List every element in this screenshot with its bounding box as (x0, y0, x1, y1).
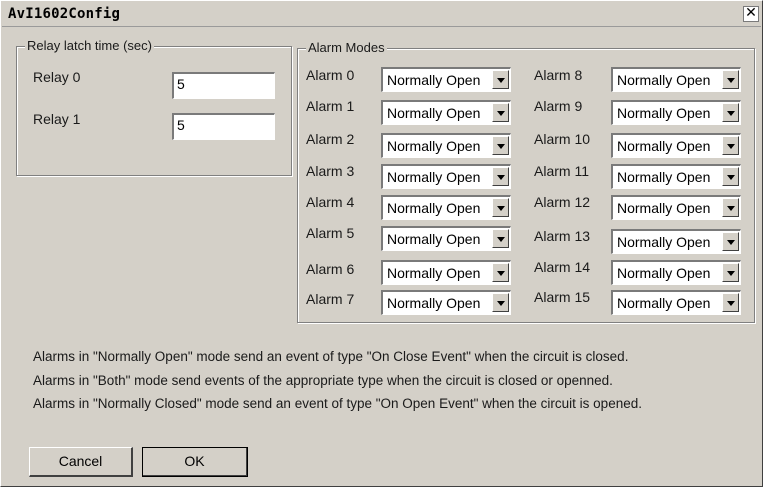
relay-latch-legend: Relay latch time (sec) (25, 38, 154, 53)
window-title: AvI1602Config (8, 6, 121, 22)
alarm-2-select[interactable]: Normally Open (381, 133, 511, 158)
dropdown-arrow-icon[interactable] (722, 136, 739, 155)
alarm-7-value: Normally Open (387, 295, 481, 311)
alarm-15-value: Normally Open (617, 295, 711, 311)
dropdown-arrow-icon[interactable] (492, 263, 509, 282)
alarm-4-select[interactable]: Normally Open (381, 195, 511, 220)
alarm-12-select[interactable]: Normally Open (611, 195, 741, 220)
alarm-11-select[interactable]: Normally Open (611, 164, 741, 189)
info-line-normally-open: Alarms in "Normally Open" mode send an e… (33, 349, 629, 364)
alarm-0-label: Alarm 0 (306, 67, 355, 83)
alarm-10-select[interactable]: Normally Open (611, 133, 741, 158)
alarm-12-value: Normally Open (617, 200, 711, 216)
alarm-4-value: Normally Open (387, 200, 481, 216)
alarm-3-label: Alarm 3 (306, 163, 355, 179)
alarm-1-value: Normally Open (387, 105, 481, 121)
alarm-0-value: Normally Open (387, 72, 481, 88)
dropdown-arrow-icon[interactable] (492, 198, 509, 217)
alarm-11-label: Alarm 11 (534, 163, 589, 179)
alarm-10-value: Normally Open (617, 138, 711, 154)
alarm-15-select[interactable]: Normally Open (611, 290, 741, 315)
alarm-15-label: Alarm 15 (534, 289, 591, 305)
alarm-11-value: Normally Open (617, 169, 711, 185)
alarm-14-label: Alarm 14 (534, 259, 591, 275)
alarm-3-select[interactable]: Normally Open (381, 164, 511, 189)
alarm-8-label: Alarm 8 (534, 67, 583, 83)
alarm-7-label: Alarm 7 (306, 291, 355, 307)
relay-0-input[interactable]: 5 (172, 72, 275, 99)
alarm-10-label: Alarm 10 (534, 131, 591, 147)
alarm-1-label: Alarm 1 (306, 98, 355, 114)
alarm-13-select[interactable]: Normally Open (611, 229, 741, 254)
dropdown-arrow-icon[interactable] (492, 167, 509, 186)
title-bar[interactable]: AvI1602Config ✕ (2, 2, 761, 27)
relay-0-label: Relay 0 (33, 69, 81, 85)
info-line-both: Alarms in "Both" mode send events of the… (33, 373, 613, 388)
alarm-0-select[interactable]: Normally Open (381, 67, 511, 92)
dropdown-arrow-icon[interactable] (492, 293, 509, 312)
ok-button[interactable]: OK (142, 447, 248, 477)
config-dialog: AvI1602Config ✕ Relay latch time (sec) R… (0, 0, 763, 487)
alarm-1-select[interactable]: Normally Open (381, 100, 511, 125)
dropdown-arrow-icon[interactable] (722, 167, 739, 186)
relay-1-label: Relay 1 (33, 111, 81, 127)
alarm-5-select[interactable]: Normally Open (381, 226, 511, 251)
alarm-14-value: Normally Open (617, 265, 711, 281)
alarm-9-value: Normally Open (617, 105, 711, 121)
alarm-5-value: Normally Open (387, 231, 481, 247)
alarm-modes-legend: Alarm Modes (306, 40, 387, 55)
close-icon[interactable]: ✕ (743, 6, 759, 22)
alarm-9-label: Alarm 9 (534, 98, 583, 114)
alarm-6-label: Alarm 6 (306, 261, 355, 277)
alarm-2-value: Normally Open (387, 138, 481, 154)
dropdown-arrow-icon[interactable] (722, 293, 739, 312)
dropdown-arrow-icon[interactable] (722, 103, 739, 122)
alarm-2-label: Alarm 2 (306, 131, 355, 147)
info-line-normally-closed: Alarms in "Normally Closed" mode send an… (33, 396, 642, 411)
alarm-13-value: Normally Open (617, 234, 711, 250)
alarm-13-label: Alarm 13 (534, 228, 591, 244)
alarm-8-value: Normally Open (617, 72, 711, 88)
dropdown-arrow-icon[interactable] (722, 198, 739, 217)
alarm-6-value: Normally Open (387, 265, 481, 281)
alarm-12-label: Alarm 12 (534, 194, 591, 210)
relay-1-input[interactable]: 5 (172, 113, 275, 140)
dropdown-arrow-icon[interactable] (492, 229, 509, 248)
alarm-8-select[interactable]: Normally Open (611, 67, 741, 92)
alarm-4-label: Alarm 4 (306, 194, 355, 210)
alarm-6-select[interactable]: Normally Open (381, 260, 511, 285)
alarm-9-select[interactable]: Normally Open (611, 100, 741, 125)
cancel-button[interactable]: Cancel (29, 447, 133, 477)
alarm-5-label: Alarm 5 (306, 225, 355, 241)
dropdown-arrow-icon[interactable] (722, 263, 739, 282)
dropdown-arrow-icon[interactable] (492, 136, 509, 155)
dropdown-arrow-icon[interactable] (722, 232, 739, 251)
alarm-14-select[interactable]: Normally Open (611, 260, 741, 285)
alarm-7-select[interactable]: Normally Open (381, 290, 511, 315)
dropdown-arrow-icon[interactable] (722, 70, 739, 89)
dropdown-arrow-icon[interactable] (492, 103, 509, 122)
dropdown-arrow-icon[interactable] (492, 70, 509, 89)
alarm-3-value: Normally Open (387, 169, 481, 185)
